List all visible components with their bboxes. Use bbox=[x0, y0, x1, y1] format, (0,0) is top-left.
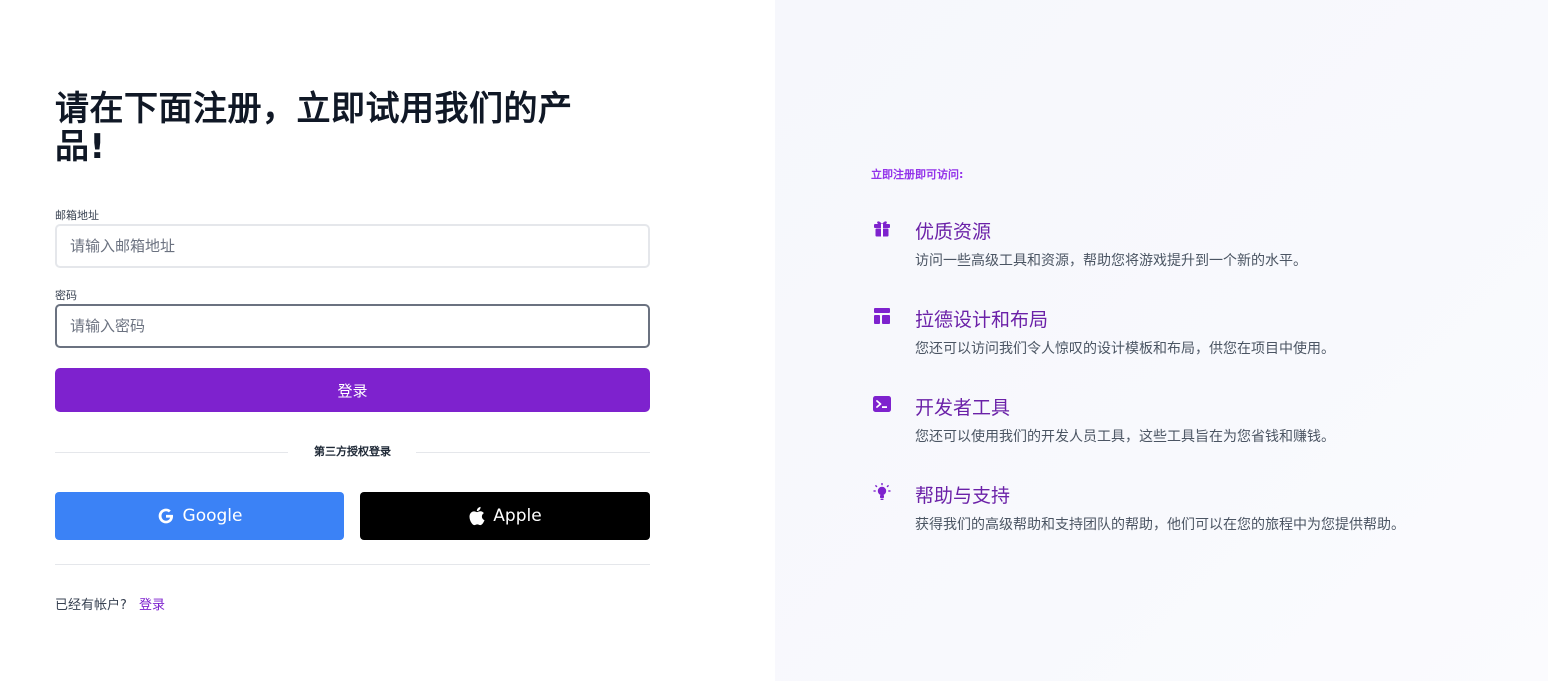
feature-desc: 您还可以访问我们令人惊叹的设计模板和布局，供您在项目中使用。 bbox=[915, 341, 1335, 357]
bottom-divider bbox=[55, 564, 650, 565]
apple-label: Apple bbox=[493, 506, 542, 526]
feature-desc: 您还可以使用我们的开发人员工具，这些工具旨在为您省钱和赚钱。 bbox=[915, 429, 1335, 445]
feature-title: 拉德设计和布局 bbox=[915, 309, 1049, 331]
feature-desc: 访问一些高级工具和资源，帮助您将游戏提升到一个新的水平。 bbox=[915, 253, 1307, 269]
account-prompt: 已经有帐户? bbox=[55, 598, 127, 613]
apple-login-button[interactable]: Apple bbox=[360, 492, 650, 540]
terminal-icon bbox=[871, 393, 893, 415]
feature-desc: 获得我们的高级帮助和支持团队的帮助，他们可以在您的旅程中为您提供帮助。 bbox=[915, 517, 1405, 533]
google-login-button[interactable]: Google bbox=[55, 492, 344, 540]
signup-panel: 请在下面注册，立即试用我们的产品! 邮箱地址 密码 登录 第三方授权登录 Goo… bbox=[0, 0, 775, 681]
layout-icon bbox=[871, 305, 893, 327]
feature-title: 帮助与支持 bbox=[915, 485, 1011, 507]
feature-item-support: 帮助与支持 获得我们的高级帮助和支持团队的帮助，他们可以在您的旅程中为您提供帮助… bbox=[871, 481, 1511, 541]
account-row: 已经有帐户? 登录 bbox=[55, 594, 165, 613]
login-link[interactable]: 登录 bbox=[139, 598, 165, 613]
password-label: 密码 bbox=[55, 289, 77, 302]
feature-item-design: 拉德设计和布局 您还可以访问我们令人惊叹的设计模板和布局，供您在项目中使用。 bbox=[871, 305, 1511, 365]
feature-item-resources: 优质资源 访问一些高级工具和资源，帮助您将游戏提升到一个新的水平。 bbox=[871, 217, 1511, 277]
email-input[interactable] bbox=[55, 224, 650, 268]
divider-line-right bbox=[416, 452, 650, 453]
google-label: Google bbox=[182, 506, 243, 526]
password-input[interactable] bbox=[55, 304, 650, 348]
divider-text: 第三方授权登录 bbox=[314, 445, 391, 458]
apple-icon bbox=[468, 506, 485, 526]
google-icon bbox=[157, 507, 175, 525]
feature-item-devtools: 开发者工具 您还可以使用我们的开发人员工具，这些工具旨在为您省钱和赚钱。 bbox=[871, 393, 1511, 453]
login-button[interactable]: 登录 bbox=[55, 368, 650, 412]
page-title: 请在下面注册，立即试用我们的产品! bbox=[55, 89, 573, 167]
feature-title: 开发者工具 bbox=[915, 397, 1011, 419]
third-party-divider: 第三方授权登录 bbox=[55, 443, 650, 461]
email-label: 邮箱地址 bbox=[55, 209, 99, 222]
lightbulb-icon bbox=[871, 481, 893, 503]
access-title: 立即注册即可访问: bbox=[871, 168, 964, 181]
gift-icon bbox=[871, 217, 893, 239]
feature-title: 优质资源 bbox=[915, 221, 992, 243]
